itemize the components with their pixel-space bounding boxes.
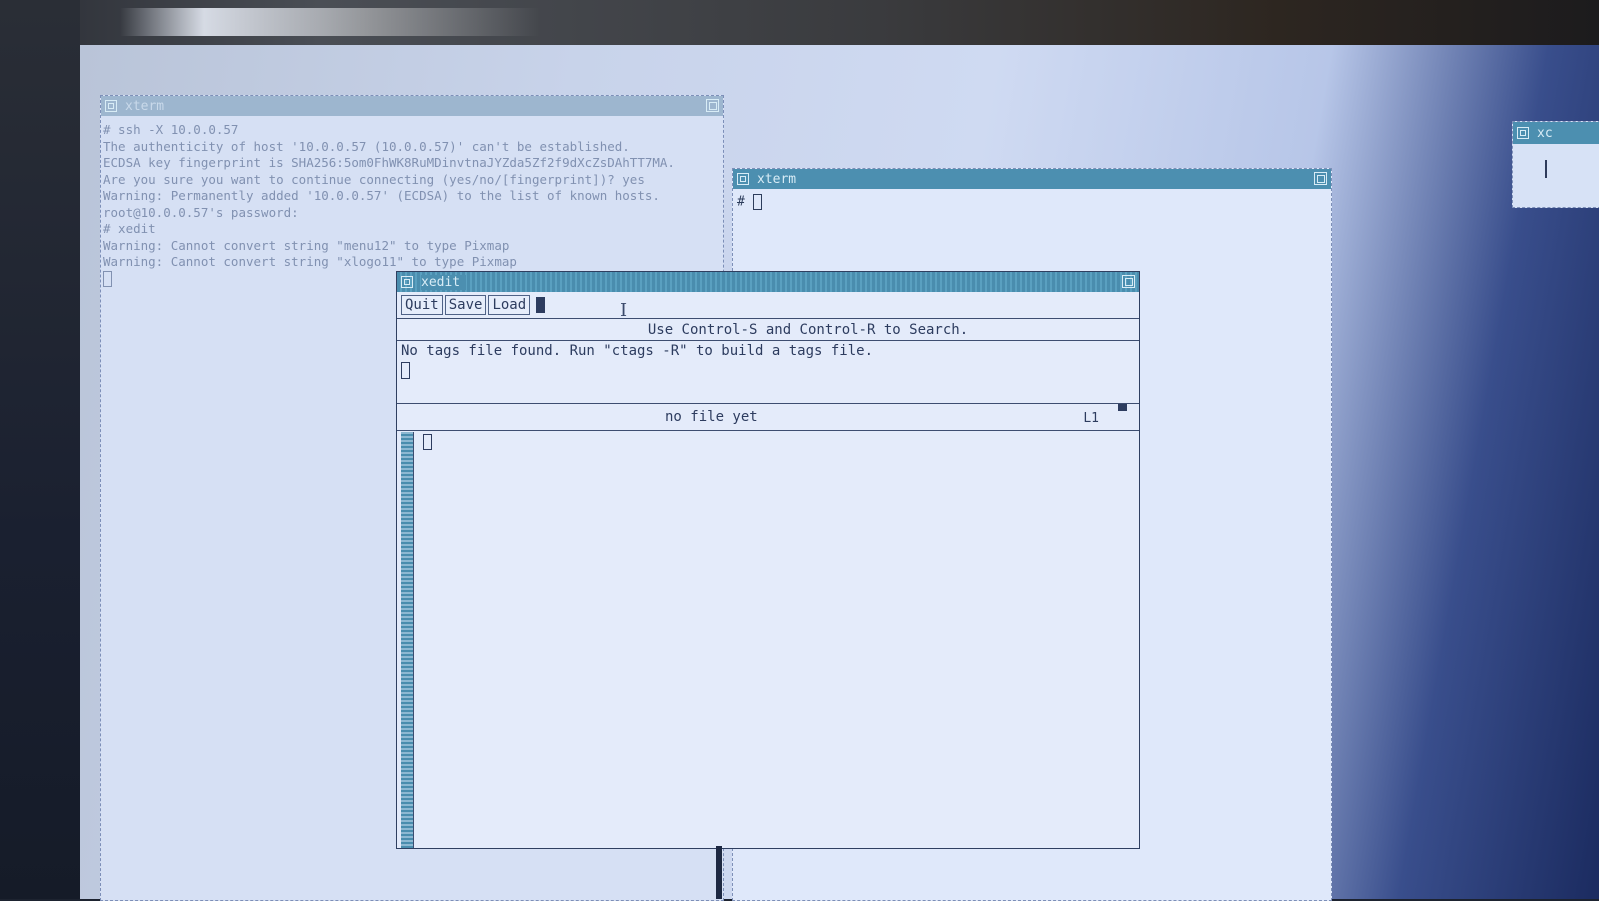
vertical-scrollbar[interactable]: [401, 432, 414, 848]
search-hint-label: Use Control-S and Control-R to Search.: [397, 319, 1139, 341]
xterm-content[interactable]: #: [733, 189, 1331, 215]
window-menu-icon[interactable]: [401, 276, 413, 288]
file-status-label: no file yet: [665, 409, 758, 425]
right-window-titlebar[interactable]: xc: [1513, 122, 1599, 144]
save-button[interactable]: Save: [444, 295, 487, 315]
modified-indicator: [1118, 404, 1127, 411]
xedit-titlebar[interactable]: xedit: [397, 272, 1139, 292]
window-menu-icon[interactable]: [1517, 127, 1529, 139]
photo-background-left: [0, 0, 80, 899]
line-number-label: L1: [1083, 411, 1099, 426]
terminal-line: # xedit: [103, 221, 156, 236]
message-window[interactable]: No tags file found. Run "ctags -R" to bu…: [397, 341, 1139, 404]
clock-hand-icon: [1545, 160, 1547, 178]
window-title: xc: [1537, 125, 1553, 141]
text-edit-area[interactable]: [397, 432, 1139, 848]
shell-prompt: #: [737, 194, 745, 210]
xedit-window[interactable]: xedit Quit Save Load Use Control-S and C…: [396, 271, 1140, 849]
right-edge-window[interactable]: xc: [1512, 121, 1599, 208]
terminal-line: root@10.0.0.57's password:: [103, 204, 299, 220]
terminal-line: Are you sure you want to continue connec…: [103, 171, 645, 187]
quit-button[interactable]: Quit: [401, 295, 443, 315]
xedit-button-bar: Quit Save Load: [397, 292, 1139, 319]
xterm-titlebar[interactable]: xterm: [733, 169, 1331, 189]
resize-icon[interactable]: [706, 99, 719, 112]
terminal-line: Warning: Cannot convert string "menu12" …: [103, 237, 510, 253]
terminal-line: Warning: Permanently added '10.0.0.57' (…: [103, 188, 660, 203]
text-cursor: [423, 434, 432, 450]
status-line: no file yet L1: [397, 404, 1139, 431]
terminal-line: Warning: Cannot convert string "xlogo11"…: [103, 254, 517, 269]
resize-icon[interactable]: [1314, 172, 1327, 185]
message-text: No tags file found. Run "ctags -R" to bu…: [401, 343, 874, 359]
terminal-line: ECDSA key fingerprint is SHA256:5om0FhWK…: [103, 155, 675, 170]
light-glare: [120, 8, 540, 36]
window-title: xedit: [421, 274, 467, 290]
filename-input[interactable]: [536, 297, 546, 313]
mouse-ibeam-cursor-icon: I: [620, 300, 628, 321]
terminal-cursor: [752, 194, 762, 210]
terminal-cursor: [103, 271, 112, 287]
window-title: xterm: [125, 98, 165, 114]
message-cursor: [401, 362, 410, 379]
window-divider: [716, 846, 722, 899]
terminal-line: The authenticity of host '10.0.0.57 (10.…: [103, 138, 630, 154]
window-menu-icon[interactable]: [105, 100, 117, 112]
terminal-line: # ssh -X 10.0.0.57: [103, 122, 239, 137]
load-button[interactable]: Load: [488, 295, 531, 315]
background-terminal-titlebar[interactable]: xterm: [101, 96, 723, 116]
window-menu-icon[interactable]: [737, 173, 749, 185]
window-title: xterm: [757, 171, 797, 187]
terminal-output[interactable]: # ssh -X 10.0.0.57 The authenticity of ho…: [101, 116, 723, 293]
resize-icon[interactable]: [1122, 275, 1135, 288]
